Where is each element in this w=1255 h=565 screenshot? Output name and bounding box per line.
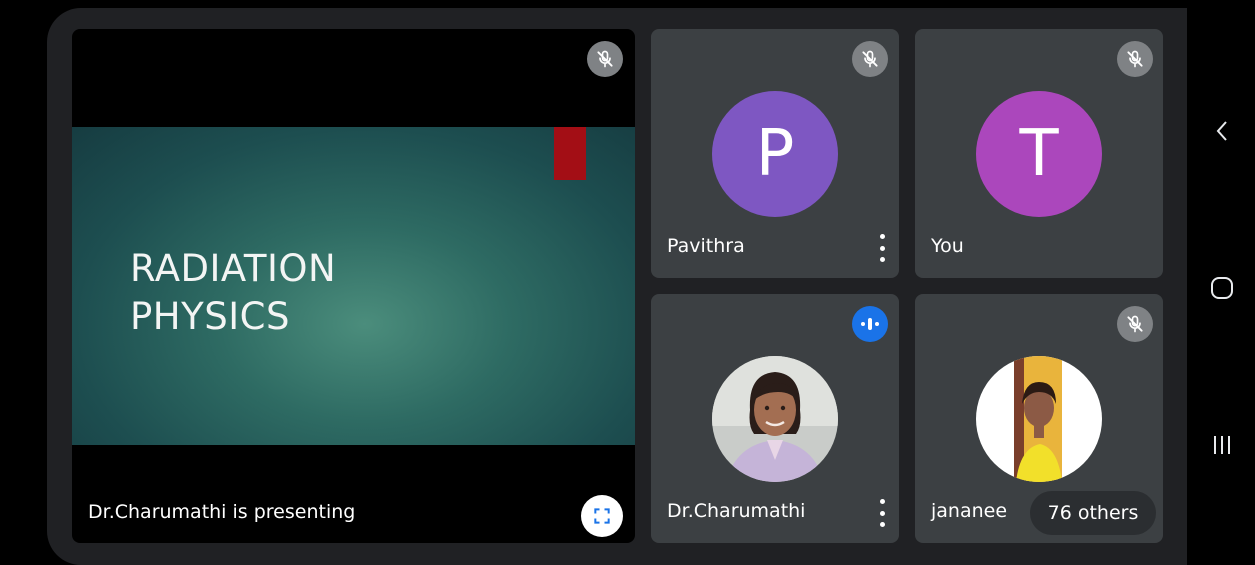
slide-accent-bar (554, 127, 586, 180)
participant-tile-you[interactable]: T You (915, 29, 1163, 278)
audio-wave-icon (852, 306, 888, 342)
home-nav-icon[interactable] (1188, 268, 1255, 308)
slide-content: RADIATION PHYSICS (72, 127, 635, 445)
fullscreen-icon (594, 508, 610, 524)
mic-off-icon (1117, 306, 1153, 342)
participant-tile-pavithra[interactable]: P Pavithra (651, 29, 899, 278)
mic-off-icon (587, 41, 623, 77)
slide-title-line-2: PHYSICS (130, 295, 290, 338)
participant-name: You (931, 235, 964, 257)
participant-name: jananee (931, 500, 1008, 522)
mic-off-icon (852, 41, 888, 77)
slide-title: RADIATION PHYSICS (130, 245, 336, 341)
others-count-button[interactable]: 76 others (1030, 491, 1156, 535)
participant-name: Pavithra (667, 235, 745, 257)
participant-tile-dr-charumathi[interactable]: Dr.Charumathi (651, 294, 899, 543)
system-nav-bar (1188, 0, 1255, 565)
avatar: T (976, 91, 1102, 217)
back-nav-icon[interactable] (1188, 111, 1255, 151)
avatar: P (712, 91, 838, 217)
mic-off-icon (1117, 41, 1153, 77)
participant-name: Dr.Charumathi (667, 500, 806, 522)
recents-nav-icon[interactable] (1188, 425, 1255, 465)
more-vert-icon[interactable] (877, 234, 887, 262)
presenting-label: Dr.Charumathi is presenting (88, 501, 356, 523)
avatar (712, 356, 838, 482)
avatar (976, 356, 1102, 482)
slide-title-line-1: RADIATION (130, 247, 337, 290)
more-vert-icon[interactable] (877, 499, 887, 527)
fullscreen-button[interactable] (581, 495, 623, 537)
presentation-tile[interactable]: RADIATION PHYSICS Dr.Charumathi is prese… (72, 29, 635, 543)
